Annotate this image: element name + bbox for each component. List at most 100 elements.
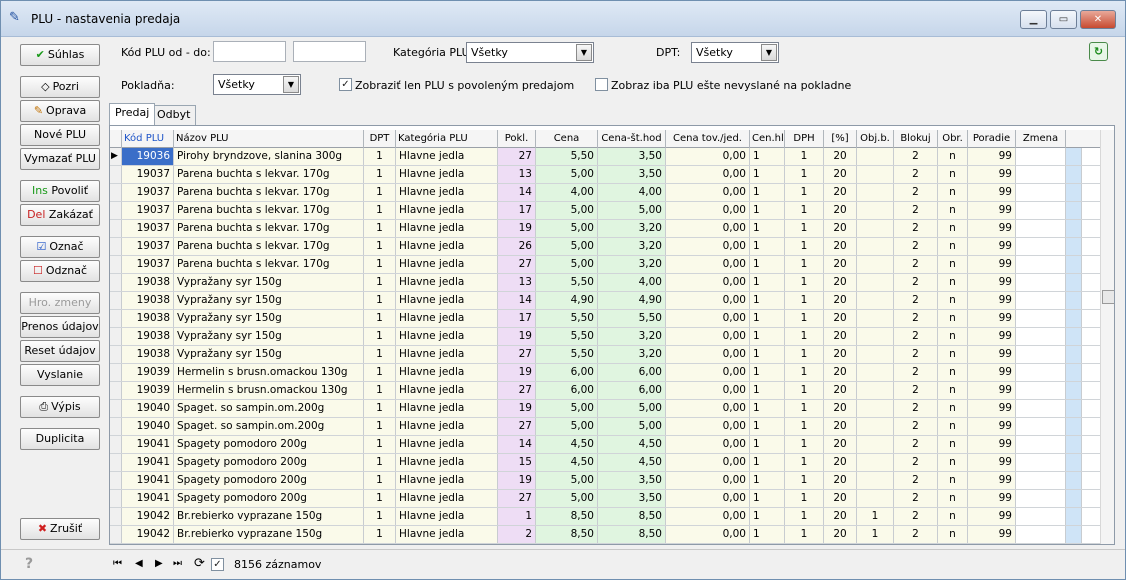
table-cell[interactable]: 8,50 bbox=[536, 526, 598, 543]
table-cell[interactable]: 3,20 bbox=[598, 346, 666, 363]
table-row[interactable]: 19037 Parena buchta s lekvar. 170g 1 Hlavne… bbox=[110, 238, 1100, 256]
table-cell[interactable]: 19038 bbox=[122, 310, 174, 327]
table-cell[interactable]: 6,00 bbox=[536, 382, 598, 399]
table-cell[interactable]: 0,00 bbox=[666, 166, 750, 183]
table-cell[interactable]: 2 bbox=[894, 454, 938, 471]
kod-from-input[interactable] bbox=[213, 41, 286, 62]
close-button[interactable]: ✕ bbox=[1080, 10, 1116, 29]
table-cell[interactable] bbox=[857, 220, 894, 237]
table-cell[interactable]: 1 bbox=[364, 166, 396, 183]
table-cell[interactable]: 1 bbox=[785, 202, 824, 219]
table-cell[interactable]: 19042 bbox=[122, 508, 174, 525]
next-record-icon[interactable]: ▶ bbox=[155, 558, 163, 569]
table-cell[interactable]: 1 bbox=[364, 508, 396, 525]
povoleny-predaj-checkbox[interactable]: ✓ bbox=[339, 78, 352, 91]
table-cell[interactable]: 19 bbox=[498, 472, 536, 489]
table-cell[interactable]: 20 bbox=[824, 148, 857, 165]
table-cell[interactable]: 0,00 bbox=[666, 400, 750, 417]
reset-udajov-button[interactable]: Reset údajov bbox=[20, 340, 100, 362]
table-cell[interactable]: 1 bbox=[750, 238, 785, 255]
nove-plu-button[interactable]: Nové PLU bbox=[20, 124, 100, 146]
zrusit-button[interactable]: ✖ Zrušiť bbox=[20, 518, 100, 540]
table-cell[interactable]: 1 bbox=[364, 202, 396, 219]
table-cell[interactable]: 1 bbox=[750, 508, 785, 525]
refresh-icon[interactable]: ⟳ bbox=[194, 556, 205, 571]
table-cell[interactable]: 99 bbox=[968, 148, 1016, 165]
table-cell[interactable]: 1 bbox=[364, 184, 396, 201]
table-cell[interactable]: 1 bbox=[364, 418, 396, 435]
kod-to-input[interactable] bbox=[293, 41, 366, 62]
table-cell[interactable]: 19038 bbox=[122, 274, 174, 291]
table-cell[interactable]: 0,00 bbox=[666, 490, 750, 507]
povolit-button[interactable]: Ins Povoliť bbox=[20, 180, 100, 202]
table-cell[interactable]: 2 bbox=[894, 328, 938, 345]
table-cell[interactable]: 19 bbox=[498, 328, 536, 345]
table-cell[interactable]: 4,00 bbox=[598, 274, 666, 291]
table-cell[interactable]: 1 bbox=[785, 490, 824, 507]
table-cell[interactable]: 1 bbox=[750, 346, 785, 363]
table-cell[interactable] bbox=[857, 292, 894, 309]
table-row[interactable]: 19038 Vypražany syr 150g 1 Hlavne jedla 19 5,… bbox=[110, 328, 1100, 346]
table-cell[interactable]: 1 bbox=[785, 328, 824, 345]
table-cell[interactable]: 1 bbox=[364, 148, 396, 165]
table-cell[interactable]: 20 bbox=[824, 490, 857, 507]
column-header[interactable]: DPT bbox=[364, 130, 396, 148]
table-cell[interactable]: 1 bbox=[750, 274, 785, 291]
table-cell[interactable]: 3,20 bbox=[598, 256, 666, 273]
table-cell[interactable] bbox=[1016, 238, 1066, 255]
table-cell[interactable]: 1 bbox=[364, 382, 396, 399]
table-cell[interactable]: 99 bbox=[968, 346, 1016, 363]
table-cell[interactable]: Hlavne jedla bbox=[396, 526, 498, 543]
column-header[interactable]: Pokl. bbox=[498, 130, 536, 148]
table-row[interactable]: 19037 Parena buchta s lekvar. 170g 1 Hlavne… bbox=[110, 220, 1100, 238]
table-row[interactable]: 19037 Parena buchta s lekvar. 170g 1 Hlavne… bbox=[110, 166, 1100, 184]
table-cell[interactable]: 0,00 bbox=[666, 256, 750, 273]
table-cell[interactable]: 4,90 bbox=[536, 292, 598, 309]
table-cell[interactable]: Spaget. so sampin.om.200g bbox=[174, 400, 364, 417]
table-cell[interactable]: 20 bbox=[824, 382, 857, 399]
table-cell[interactable]: 99 bbox=[968, 472, 1016, 489]
table-cell[interactable]: Vypražany syr 150g bbox=[174, 310, 364, 327]
table-row[interactable]: 19038 Vypražany syr 150g 1 Hlavne jedla 27 5,… bbox=[110, 346, 1100, 364]
table-cell[interactable]: 20 bbox=[824, 454, 857, 471]
table-cell[interactable]: Hlavne jedla bbox=[396, 256, 498, 273]
table-cell[interactable]: 1 bbox=[785, 256, 824, 273]
oprava-button[interactable]: ✎ Oprava bbox=[20, 100, 100, 122]
table-cell[interactable]: 2 bbox=[894, 202, 938, 219]
hro-zmeny-button[interactable]: Hro. zmeny bbox=[20, 292, 100, 314]
table-cell[interactable] bbox=[857, 400, 894, 417]
table-cell[interactable]: 6,00 bbox=[536, 364, 598, 381]
table-row[interactable]: 19038 Vypražany syr 150g 1 Hlavne jedla 14 4,… bbox=[110, 292, 1100, 310]
table-cell[interactable]: 1 bbox=[750, 202, 785, 219]
table-cell[interactable]: 4,50 bbox=[536, 454, 598, 471]
table-cell[interactable]: 99 bbox=[968, 184, 1016, 201]
table-cell[interactable]: Hlavne jedla bbox=[396, 148, 498, 165]
table-row[interactable]: 19040 Spaget. so sampin.om.200g 1 Hlavne je… bbox=[110, 418, 1100, 436]
table-cell[interactable]: 20 bbox=[824, 436, 857, 453]
table-cell[interactable]: n bbox=[938, 220, 968, 237]
table-cell[interactable]: 14 bbox=[498, 184, 536, 201]
table-cell[interactable]: 1 bbox=[364, 400, 396, 417]
table-cell[interactable]: 1 bbox=[364, 490, 396, 507]
table-cell[interactable]: n bbox=[938, 148, 968, 165]
nevyslane-checkbox[interactable] bbox=[595, 78, 608, 91]
table-cell[interactable]: 5,00 bbox=[536, 166, 598, 183]
table-cell[interactable]: Br.rebierko vyprazane 150g bbox=[174, 508, 364, 525]
table-cell[interactable]: 1 bbox=[364, 472, 396, 489]
column-header[interactable]: Cena bbox=[536, 130, 598, 148]
table-cell[interactable] bbox=[1016, 256, 1066, 273]
table-cell[interactable]: 1 bbox=[364, 328, 396, 345]
table-cell[interactable]: 1 bbox=[750, 526, 785, 543]
table-cell[interactable]: 19037 bbox=[122, 202, 174, 219]
table-cell[interactable]: Hlavne jedla bbox=[396, 508, 498, 525]
table-cell[interactable]: 99 bbox=[968, 436, 1016, 453]
table-cell[interactable]: 1 bbox=[785, 292, 824, 309]
prenos-udajov-button[interactable]: Prenos údajov bbox=[20, 316, 100, 338]
table-cell[interactable]: 19041 bbox=[122, 454, 174, 471]
table-cell[interactable]: Parena buchta s lekvar. 170g bbox=[174, 238, 364, 255]
table-cell[interactable]: 1 bbox=[785, 436, 824, 453]
table-cell[interactable]: n bbox=[938, 328, 968, 345]
pokladna-select[interactable]: Všetky ▼ bbox=[213, 74, 301, 95]
table-cell[interactable] bbox=[857, 382, 894, 399]
table-cell[interactable]: 19037 bbox=[122, 166, 174, 183]
